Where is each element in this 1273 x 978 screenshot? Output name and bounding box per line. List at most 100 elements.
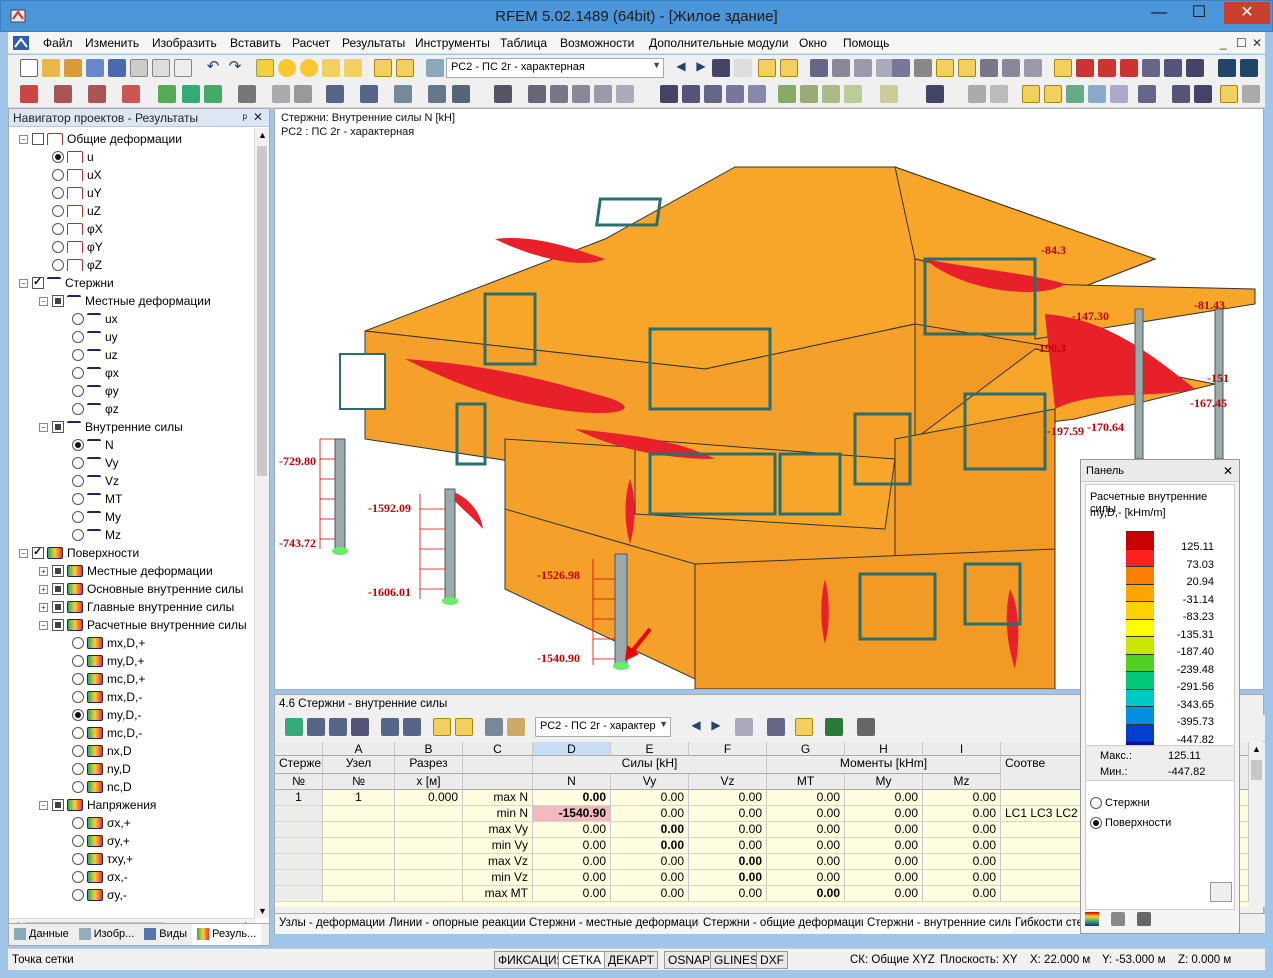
new-file-icon[interactable] xyxy=(20,59,38,77)
scroll-thumb[interactable] xyxy=(257,146,267,476)
view-top-icon[interactable] xyxy=(748,85,766,103)
collapse-icon[interactable]: − xyxy=(39,620,48,630)
tree-item[interactable]: uX xyxy=(39,166,102,184)
search-icon[interactable] xyxy=(767,718,785,736)
view-y-icon[interactable] xyxy=(704,85,722,103)
row-N[interactable]: 0.00 xyxy=(533,886,611,902)
collapse-icon[interactable]: − xyxy=(19,548,28,558)
tree-item[interactable]: σx,- xyxy=(59,868,128,886)
tree-radio[interactable] xyxy=(72,835,84,847)
row-x[interactable] xyxy=(395,838,463,854)
axis-y-icon[interactable] xyxy=(800,85,818,103)
generate-loads-icon[interactable] xyxy=(428,85,446,103)
maximize-button[interactable]: ☐ xyxy=(1182,2,1216,24)
row-N[interactable]: 0.00 xyxy=(533,854,611,870)
zoom-legend-button[interactable] xyxy=(1210,882,1232,902)
grid-button[interactable]: СЕТКА xyxy=(558,951,605,969)
row-Vz[interactable]: 0.00 xyxy=(689,870,767,886)
more-tools-icon[interactable] xyxy=(1242,85,1260,103)
export-icon[interactable] xyxy=(1218,59,1236,77)
tree-radio[interactable] xyxy=(52,151,64,163)
sheet-tab[interactable]: Стержни - общие деформации xyxy=(699,914,873,934)
show-loads-icon[interactable] xyxy=(1110,85,1128,103)
tree-item[interactable]: + Основные внутренние силы xyxy=(39,580,243,598)
row-My[interactable]: 0.00 xyxy=(845,806,923,822)
row-Mz[interactable]: 0.00 xyxy=(923,854,1001,870)
tree-radio[interactable] xyxy=(72,655,84,667)
zoom-all-icon[interactable] xyxy=(1164,59,1182,77)
tree-item[interactable]: σx,+ xyxy=(59,814,131,832)
collapse-icon[interactable]: − xyxy=(39,296,48,306)
option-members[interactable]: Стержни xyxy=(1090,797,1150,809)
scroll-up-icon[interactable]: ▲ xyxy=(1252,744,1261,754)
row-x[interactable] xyxy=(395,870,463,886)
tree-checkbox[interactable] xyxy=(52,565,64,577)
tree-item[interactable]: uZ xyxy=(39,202,101,220)
table-load-select[interactable]: РС2 - ПС 2г - характер ▼ xyxy=(535,717,671,737)
panel-icon[interactable] xyxy=(1172,85,1190,103)
tab-data[interactable]: Данные xyxy=(9,924,74,945)
tree-item[interactable]: − Внутренние силы xyxy=(39,418,183,436)
row-Vy[interactable]: 0.00 xyxy=(611,822,689,838)
print-icon[interactable] xyxy=(130,59,148,77)
doc-minimize-button[interactable]: _ xyxy=(1220,36,1227,50)
save-all-icon[interactable] xyxy=(86,59,104,77)
doc-close-button[interactable]: ✕ xyxy=(1252,36,1262,50)
table-icon[interactable] xyxy=(1194,85,1212,103)
tree-radio[interactable] xyxy=(52,187,64,199)
tree-item[interactable]: u xyxy=(39,148,94,166)
print-preview-icon[interactable] xyxy=(174,59,192,77)
new-node-icon[interactable] xyxy=(20,85,38,103)
view-icon[interactable] xyxy=(1186,59,1204,77)
load-icon[interactable] xyxy=(238,85,256,103)
row-MT[interactable]: 0.00 xyxy=(767,886,845,902)
tree-checkbox[interactable] xyxy=(52,799,64,811)
menu-calculate[interactable]: Расчет xyxy=(292,36,330,50)
tree-item[interactable]: nc,D xyxy=(59,778,132,796)
glines-button[interactable]: GLINES xyxy=(710,951,763,969)
measure-icon[interactable] xyxy=(1054,59,1072,77)
tab-display[interactable]: Изобр... xyxy=(74,924,140,945)
navigator-toggle-icon[interactable] xyxy=(374,59,392,77)
row-Vz[interactable]: 0.00 xyxy=(689,822,767,838)
row-type[interactable]: max N xyxy=(463,790,533,806)
row-Mz[interactable]: 0.00 xyxy=(923,806,1001,822)
tree-radio[interactable] xyxy=(72,475,84,487)
tree-item[interactable]: uy xyxy=(59,328,118,346)
table-tool-icon[interactable] xyxy=(485,718,503,736)
row-Vz[interactable]: 0.00 xyxy=(689,806,767,822)
show-values-icon[interactable] xyxy=(758,59,776,77)
divide-line-icon[interactable] xyxy=(494,85,512,103)
tree-radio[interactable] xyxy=(72,709,84,721)
tree-item[interactable]: uz xyxy=(59,346,118,364)
edit-icon[interactable] xyxy=(256,59,274,77)
minimize-button[interactable]: — xyxy=(1142,2,1176,24)
tree-radio[interactable] xyxy=(72,511,84,523)
tree-item[interactable]: φx xyxy=(59,364,119,382)
row-node[interactable] xyxy=(323,870,395,886)
tree-item[interactable]: σy,- xyxy=(59,886,127,904)
tree-checkbox[interactable] xyxy=(32,275,44,289)
tree-radio[interactable] xyxy=(72,781,84,793)
tree-item[interactable]: ny,D xyxy=(59,760,131,778)
row-node[interactable] xyxy=(323,886,395,902)
menu-insert[interactable]: Вставить xyxy=(230,36,281,50)
row-rod[interactable] xyxy=(275,886,323,902)
balance-icon[interactable] xyxy=(1111,912,1125,926)
import-icon[interactable] xyxy=(1240,59,1258,77)
load-combination-select[interactable]: РС2 - ПС 2г - характерная ▼ xyxy=(446,58,664,78)
new-solid-icon[interactable] xyxy=(182,85,200,103)
tree-checkbox[interactable] xyxy=(52,583,64,595)
line-load-icon[interactable] xyxy=(294,85,312,103)
results-icon[interactable] xyxy=(322,59,340,77)
row-type[interactable]: max MT xyxy=(463,886,533,902)
tree-item[interactable]: φY xyxy=(39,238,103,256)
tree-item[interactable]: + Местные деформации xyxy=(39,562,213,580)
table-tool-icon[interactable] xyxy=(329,718,347,736)
row-N[interactable]: 0.00 xyxy=(533,790,611,806)
tree-item[interactable]: mc,D,- xyxy=(59,724,142,742)
row-Vy[interactable]: 0.00 xyxy=(611,886,689,902)
navigator-close-button[interactable]: ✕ xyxy=(253,110,263,124)
rotate-model-icon[interactable] xyxy=(616,85,634,103)
row-Mz[interactable]: 0.00 xyxy=(923,886,1001,902)
